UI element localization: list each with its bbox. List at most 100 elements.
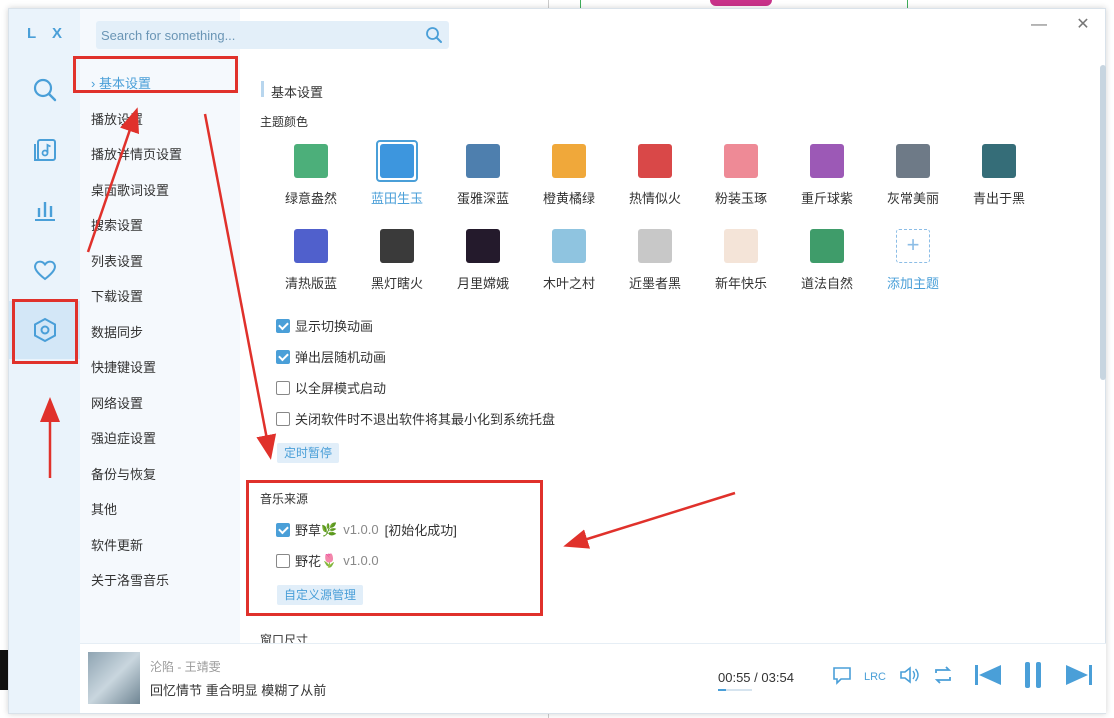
theme-label: 绿意盎然: [271, 188, 351, 207]
comment-icon[interactable]: [831, 664, 853, 686]
time-display: 00:55 / 03:54: [718, 670, 794, 685]
theme-label: 近墨者黑: [615, 273, 695, 292]
theme-swatch: [294, 229, 328, 263]
settings-menu: › 基本设置 播放设置 播放详情页设置 桌面歌词设置 搜索设置 列表设置 下载设…: [80, 9, 240, 713]
theme-option[interactable]: 粉装玉琢: [701, 144, 781, 207]
annotation-box-settings: [12, 299, 78, 364]
search-icon[interactable]: [425, 26, 443, 44]
song-title[interactable]: 沦陷 - 王靖雯: [150, 658, 221, 675]
theme-label: 蓝田生玉: [357, 188, 437, 207]
menu-item-sync[interactable]: 数据同步: [91, 322, 143, 341]
menu-item-about[interactable]: 关于洛雪音乐: [91, 570, 169, 589]
checkbox[interactable]: [276, 319, 290, 333]
background-divider: [580, 0, 581, 8]
volume-icon[interactable]: [898, 664, 920, 686]
checkbox[interactable]: [276, 412, 290, 426]
theme-swatch: [896, 144, 930, 178]
menu-item-ocd[interactable]: 强迫症设置: [91, 428, 156, 447]
theme-option[interactable]: 灰常美丽: [873, 144, 953, 207]
theme-option[interactable]: 重斤球紫: [787, 144, 867, 207]
music-note-icon: [32, 137, 58, 163]
theme-option[interactable]: 木叶之村: [529, 229, 609, 292]
repeat-icon[interactable]: [932, 664, 954, 686]
theme-option[interactable]: 道法自然: [787, 229, 867, 292]
album-cover[interactable]: [88, 652, 140, 704]
theme-option[interactable]: 绿意盎然: [271, 144, 351, 207]
background-tab: [710, 0, 772, 6]
theme-option[interactable]: 青出于黑: [959, 144, 1039, 207]
menu-item-network[interactable]: 网络设置: [91, 393, 143, 412]
theme-swatch-frame: [810, 229, 844, 263]
theme-swatch-frame: [380, 229, 414, 263]
nav-leaderboard[interactable]: [9, 181, 80, 239]
menu-item-download[interactable]: 下载设置: [91, 286, 143, 305]
nav-search[interactable]: [9, 61, 80, 119]
option-popup-random-animation[interactable]: 弹出层随机动画: [276, 347, 386, 366]
menu-item-play-detail[interactable]: 播放详情页设置: [91, 144, 182, 163]
theme-swatch-frame: [724, 144, 758, 178]
previous-icon[interactable]: [973, 662, 1003, 688]
theme-swatch-frame: [638, 144, 672, 178]
nav-songlist[interactable]: [9, 121, 80, 179]
svg-text:LRC: LRC: [864, 671, 886, 683]
theme-swatch: [466, 229, 500, 263]
menu-item-search[interactable]: 搜索设置: [91, 215, 143, 234]
timer-pause-button[interactable]: 定时暂停: [277, 443, 339, 463]
minimize-button[interactable]: —: [1029, 15, 1049, 35]
theme-label: 青出于黑: [959, 188, 1039, 207]
menu-item-desktop-lyric[interactable]: 桌面歌词设置: [91, 180, 169, 199]
search-input[interactable]: [96, 21, 416, 49]
theme-option[interactable]: 蛋雅深蓝: [443, 144, 523, 207]
background-divider: [548, 0, 549, 8]
option-show-switch-animation[interactable]: 显示切换动画: [276, 316, 373, 335]
theme-swatch: [724, 144, 758, 178]
menu-item-update[interactable]: 软件更新: [91, 535, 143, 554]
theme-label: 月里嫦娥: [443, 273, 523, 292]
search-bar: [96, 21, 449, 49]
annotation-box-source: [246, 480, 543, 616]
checkbox[interactable]: [276, 381, 290, 395]
lyric-icon[interactable]: LRC: [863, 664, 887, 686]
theme-swatch: [810, 229, 844, 263]
option-minimize-to-tray[interactable]: 关闭软件时不退出软件将其最小化到系统托盘: [276, 409, 555, 428]
menu-item-other[interactable]: 其他: [91, 499, 117, 518]
theme-swatch: [552, 229, 586, 263]
pause-icon[interactable]: [1020, 660, 1046, 690]
theme-label: 清热版蓝: [271, 273, 351, 292]
theme-option[interactable]: 近墨者黑: [615, 229, 695, 292]
bar-chart-icon: [32, 197, 58, 223]
next-icon[interactable]: [1064, 662, 1094, 688]
theme-swatch: [638, 229, 672, 263]
menu-item-list[interactable]: 列表设置: [91, 251, 143, 270]
menu-item-hotkey[interactable]: 快捷键设置: [91, 357, 156, 376]
theme-option[interactable]: 蓝田生玉: [357, 144, 437, 207]
theme-label: 灰常美丽: [873, 188, 953, 207]
theme-swatch-frame: [376, 140, 418, 182]
nav-favorites[interactable]: [9, 241, 80, 299]
progress-bar[interactable]: [718, 689, 752, 691]
settings-window: L X › 基本设置 播放设置 播放详情页设置 桌面歌词设置 搜索设置 列表设置…: [8, 8, 1106, 714]
menu-item-play[interactable]: 播放设置: [91, 109, 143, 128]
theme-swatch-frame: [896, 144, 930, 178]
theme-option[interactable]: 月里嫦娥: [443, 229, 523, 292]
theme-swatch-frame: [466, 229, 500, 263]
theme-option[interactable]: 黑灯瞎火: [357, 229, 437, 292]
theme-label: 道法自然: [787, 273, 867, 292]
scrollbar[interactable]: [1100, 65, 1106, 380]
progress-fill: [718, 689, 726, 691]
theme-option[interactable]: 热情似火: [615, 144, 695, 207]
theme-option[interactable]: 新年快乐: [701, 229, 781, 292]
close-button[interactable]: ✕: [1073, 15, 1093, 35]
option-fullscreen-start[interactable]: 以全屏模式启动: [276, 378, 386, 397]
theme-swatch-frame: [466, 144, 500, 178]
current-lyric: 回忆情节 重合明显 模糊了从前: [150, 680, 326, 699]
theme-option[interactable]: 橙黄橘绿: [529, 144, 609, 207]
theme-color-title: 主题颜色: [260, 113, 308, 130]
checkbox[interactable]: [276, 350, 290, 364]
plus-icon: +: [896, 229, 930, 263]
menu-item-backup[interactable]: 备份与恢复: [91, 464, 156, 483]
add-theme-button[interactable]: +添加主题: [873, 229, 953, 292]
section-marker: [261, 81, 264, 97]
theme-option[interactable]: 清热版蓝: [271, 229, 351, 292]
theme-swatch: [810, 144, 844, 178]
